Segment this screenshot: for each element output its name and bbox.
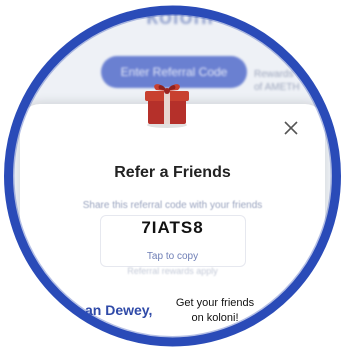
referral-code[interactable]: 7IATS8: [0, 218, 345, 238]
rewards-text: Rewards of AMETH: [254, 68, 300, 94]
app-logo: koloni: [146, 4, 214, 29]
get-friends-line-2: on koloni!: [191, 312, 239, 324]
screenshot-stage: koloni Enter Referral Code Rewards of AM…: [0, 0, 345, 350]
greeting-name: an Dewey,: [85, 302, 153, 318]
close-button[interactable]: [280, 117, 302, 139]
referral-hint: Share this referral code with your frien…: [82, 200, 263, 211]
close-icon: [284, 121, 298, 135]
tap-to-copy-label[interactable]: Tap to copy: [0, 251, 345, 262]
gift-icon: [142, 76, 192, 128]
get-friends-line-1: Get your friends: [175, 297, 255, 309]
rewards-line-1: Rewards: [254, 69, 294, 80]
get-friends-text: Get your friends on koloni!: [160, 296, 270, 326]
modal-title: Refer a Friends: [114, 164, 231, 181]
referral-note: Referral rewards apply: [127, 266, 218, 276]
rewards-line-2: of AMETH: [254, 82, 300, 93]
